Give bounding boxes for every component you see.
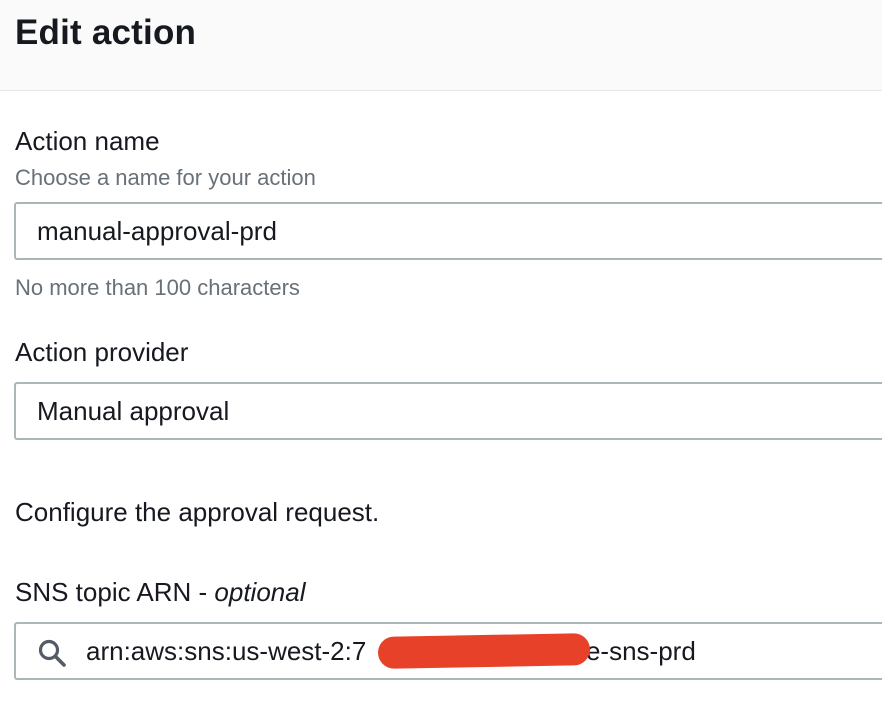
page-title: Edit action [15, 13, 197, 52]
action-provider-label: Action provider [15, 337, 189, 367]
page-header: Edit action [0, 0, 882, 91]
action-name-label: Action name [15, 126, 160, 156]
approval-section-heading: Configure the approval request. [15, 497, 380, 527]
action-name-input[interactable] [37, 204, 877, 258]
action-name-field[interactable] [14, 202, 882, 260]
action-provider-value: Manual approval [37, 396, 230, 426]
search-icon [38, 639, 66, 667]
action-name-constraint: No more than 100 characters [15, 275, 300, 300]
sns-topic-label-text: SNS topic ARN - [15, 577, 215, 607]
sns-topic-field[interactable] [14, 622, 882, 680]
sns-topic-optional-tag: optional [214, 577, 306, 607]
sns-topic-label: SNS topic ARN - optional [15, 577, 305, 608]
action-provider-select[interactable]: Manual approval [14, 382, 882, 440]
redaction-mark [377, 633, 591, 669]
action-name-description: Choose a name for your action [15, 165, 316, 190]
